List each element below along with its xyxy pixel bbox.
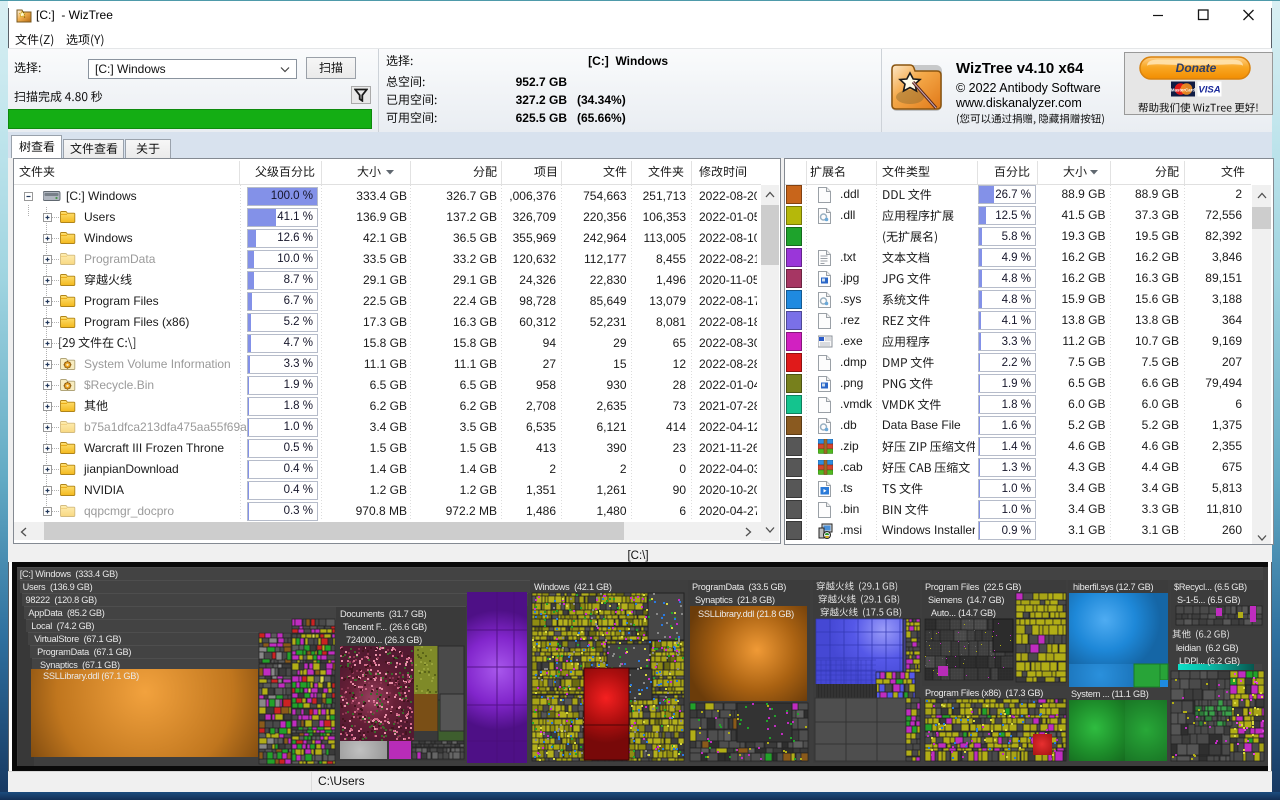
svg-text:MasterCard: MasterCard — [1171, 87, 1195, 92]
svg-text:VISA: VISA — [1198, 85, 1220, 96]
